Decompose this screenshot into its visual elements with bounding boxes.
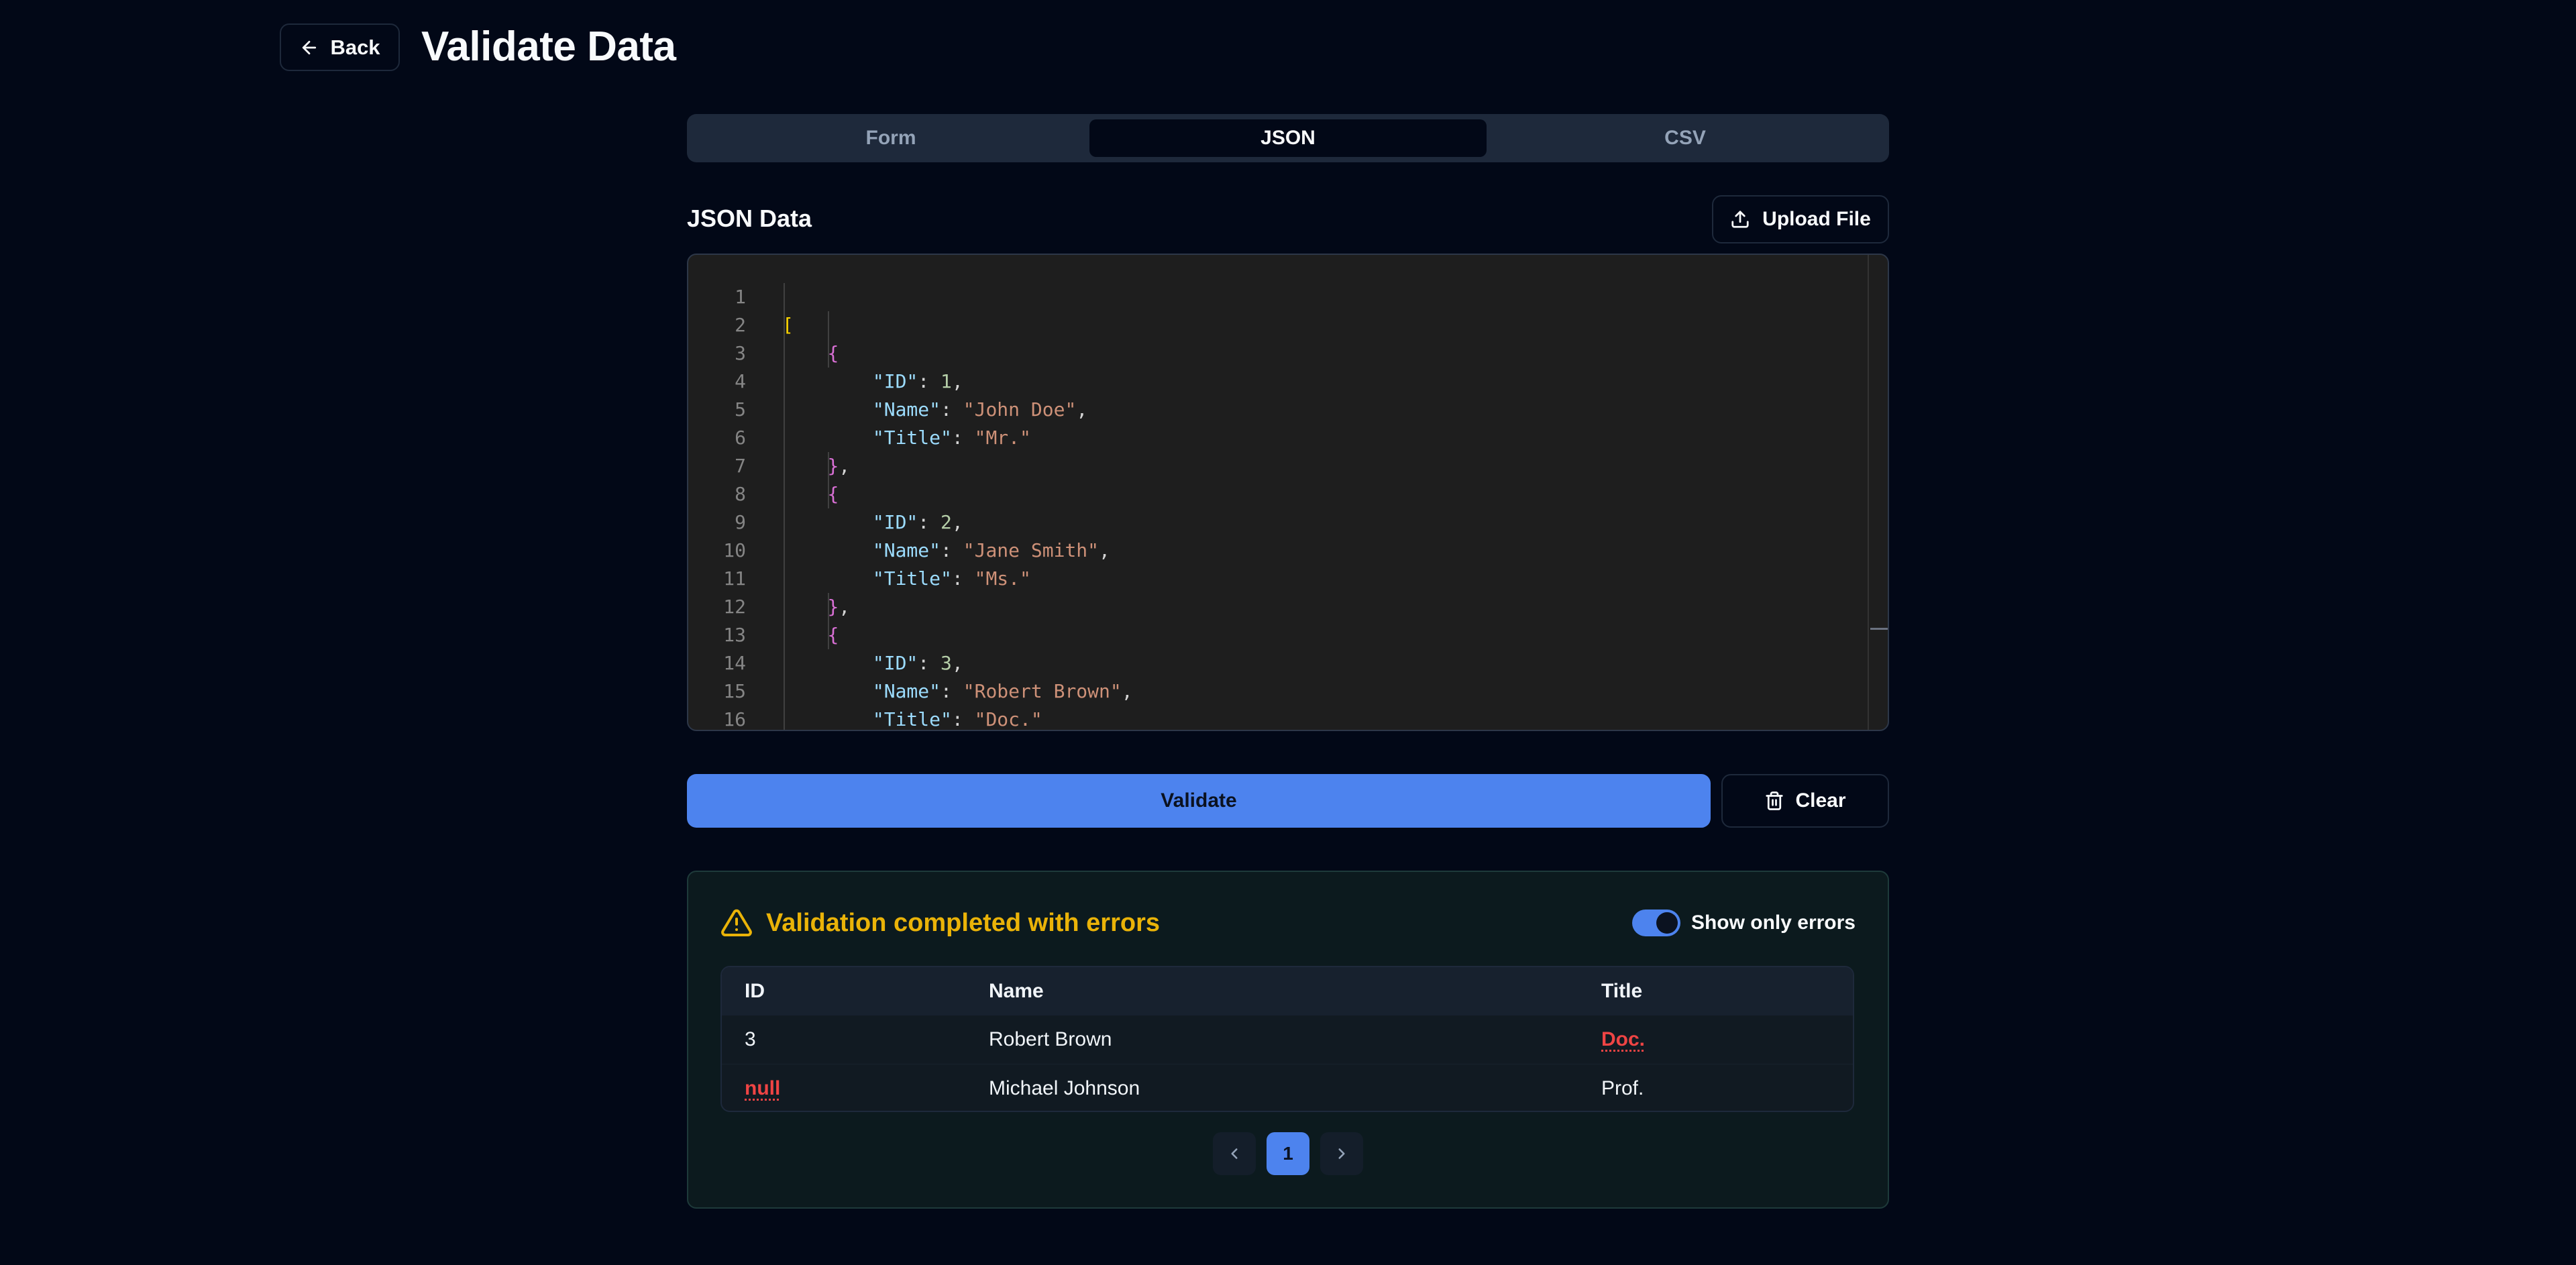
- result-title: Validation completed with errors: [766, 908, 1161, 937]
- cell-name: Michael Johnson: [989, 1077, 1140, 1099]
- code-line: 8 "ID": 2,: [688, 452, 1868, 533]
- editor-lines: 1 [ 2 { 3 "ID": 1, 4 "Name": "John Doe",: [688, 255, 1868, 730]
- scroll-position-marker: [1870, 628, 1888, 630]
- cell-id-error[interactable]: null: [745, 1077, 780, 1100]
- tab-json[interactable]: JSON: [1089, 119, 1487, 157]
- code-line: 9 "Name": "Jane Smith",: [688, 480, 1868, 561]
- cell-id: 3: [745, 1028, 756, 1050]
- column-header-title: Title: [1601, 980, 1643, 1002]
- validation-result-card: Validation completed with errors Show on…: [687, 871, 1889, 1209]
- code-line: 5 "Title": "Mr.": [688, 368, 1868, 449]
- upload-icon: [1731, 211, 1749, 228]
- code-line: 15 "Title": "Doc.": [688, 649, 1868, 730]
- editor-scrollbar[interactable]: [1868, 255, 1888, 730]
- json-data-label: JSON Data: [687, 205, 812, 232]
- column-header-id: ID: [745, 980, 765, 1002]
- show-only-errors-label: Show only errors: [1690, 912, 1856, 934]
- code-line: 14 "Name": "Robert Brown",: [688, 621, 1868, 702]
- input-mode-tabs: Form JSON CSV: [687, 114, 1889, 162]
- page-button-current[interactable]: 1: [1267, 1132, 1309, 1175]
- code-line: 7 {: [688, 424, 1868, 505]
- previous-page-button[interactable]: [1213, 1132, 1256, 1175]
- code-line: 4 "Name": "John Doe",: [688, 339, 1868, 421]
- validate-button[interactable]: Validate: [687, 774, 1711, 828]
- clear-button[interactable]: Clear: [1721, 774, 1889, 828]
- cell-name: Robert Brown: [989, 1028, 1112, 1050]
- table-row: null Michael Johnson Prof.: [722, 1064, 1853, 1111]
- code-line: 11 },: [688, 537, 1868, 618]
- code-line: 12 {: [688, 565, 1868, 646]
- code-line: 13 "ID": 3,: [688, 593, 1868, 674]
- table-header: ID Name Title: [722, 967, 1853, 1015]
- tab-form[interactable]: Form: [692, 119, 1089, 157]
- arrow-left-icon: [303, 40, 317, 54]
- result-header: Validation completed with errors: [720, 907, 1160, 939]
- back-button-label: Back: [330, 35, 380, 59]
- next-page-button[interactable]: [1320, 1132, 1363, 1175]
- code-line: 17 {: [688, 706, 1868, 730]
- chevron-left-icon: [1231, 1148, 1238, 1159]
- show-errors-toggle-group: Show only errors: [1631, 910, 1856, 936]
- pagination: 1: [688, 1132, 1888, 1175]
- json-code-editor[interactable]: 1 [ 2 { 3 "ID": 1, 4 "Name": "John Doe",: [687, 254, 1889, 731]
- page: Back Validate Data Form JSON CSV JSON Da…: [0, 0, 2576, 1265]
- code-line: 6 },: [688, 396, 1868, 477]
- warning-triangle-icon: [721, 909, 752, 936]
- chevron-right-icon: [1338, 1148, 1345, 1159]
- toggle-knob: [1656, 912, 1678, 934]
- tab-csv[interactable]: CSV: [1487, 119, 1884, 157]
- trash-icon: [1766, 791, 1784, 810]
- cell-title: Prof.: [1601, 1077, 1644, 1099]
- cell-title-error[interactable]: Doc.: [1601, 1028, 1645, 1051]
- back-button[interactable]: Back: [280, 23, 400, 71]
- page-title: Validate Data: [421, 23, 676, 70]
- clear-button-label: Clear: [1795, 789, 1846, 812]
- column-header-name: Name: [989, 980, 1044, 1002]
- table-row: 3 Robert Brown Doc.: [722, 1015, 1853, 1064]
- code-line: 1 [: [688, 255, 1868, 336]
- code-line: 2 {: [688, 283, 1868, 364]
- show-only-errors-toggle[interactable]: [1631, 910, 1680, 936]
- results-table: ID Name Title 3 Robert Brown Doc. null M…: [720, 966, 1854, 1112]
- upload-file-button[interactable]: Upload File: [1712, 195, 1889, 243]
- code-line: 3 "ID": 1,: [688, 311, 1868, 392]
- code-line: 16 },: [688, 677, 1868, 730]
- code-line: 10 "Title": "Ms.": [688, 508, 1868, 590]
- upload-file-label: Upload File: [1762, 208, 1871, 230]
